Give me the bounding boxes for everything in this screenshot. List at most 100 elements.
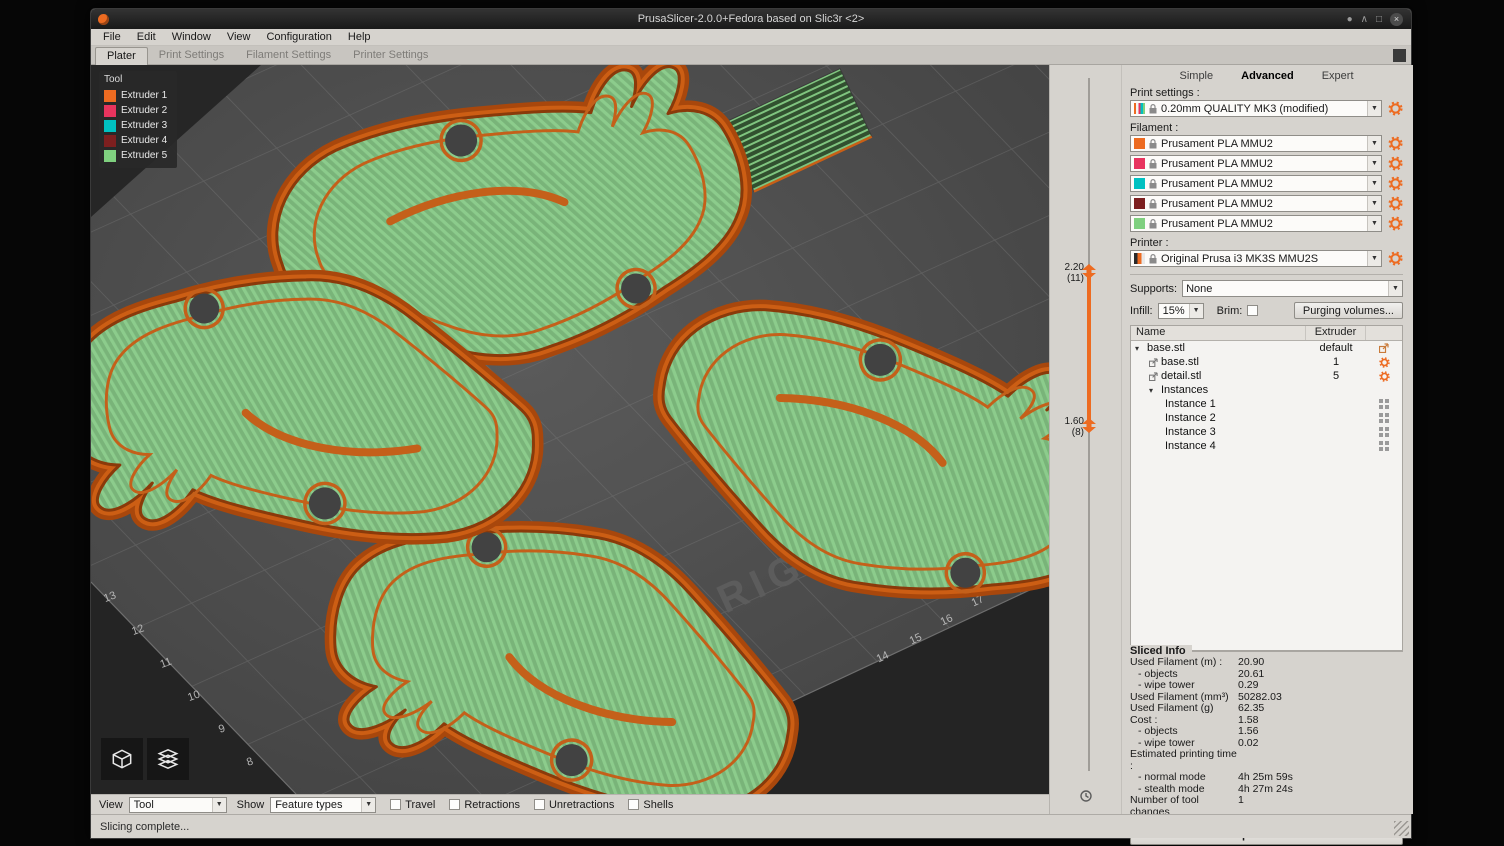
table-row-instance-3[interactable]: Instance 3 — [1131, 425, 1402, 439]
slider-reset-icon[interactable] — [1079, 789, 1093, 808]
filament-5-gear-icon[interactable] — [1387, 216, 1403, 232]
legend-item: Extruder 5 — [104, 148, 172, 163]
caret-down-icon[interactable]: ▾ — [1149, 386, 1158, 395]
instance-grid-icon — [1366, 413, 1402, 423]
lock-icon — [1149, 139, 1157, 149]
status-text: Slicing complete... — [100, 821, 189, 833]
desktop-background: PrusaSlicer-2.0.0+Fedora based on Slic3r… — [0, 0, 1504, 846]
tab-filament-settings[interactable]: Filament Settings — [235, 47, 342, 64]
print-settings-select[interactable]: 0.20mm QUALITY MK3 (modified) ▼ — [1130, 100, 1382, 117]
filament-1-gear-icon[interactable] — [1387, 136, 1403, 152]
shade-icon[interactable]: ∧ — [1361, 14, 1368, 25]
filament-4-swatch — [1134, 198, 1145, 209]
preview-toolbar: View Tool ▼ Show Feature types ▼ Travel — [91, 794, 1049, 814]
infill-label: Infill: — [1130, 305, 1153, 317]
tab-plater[interactable]: Plater — [95, 47, 148, 65]
table-row-instance-2[interactable]: Instance 2 — [1131, 411, 1402, 425]
chevron-down-icon: ▼ — [1367, 101, 1381, 116]
retractions-checkbox[interactable] — [449, 799, 460, 810]
travel-checkbox-group: Travel — [390, 799, 435, 811]
legend-item: Extruder 1 — [104, 88, 172, 103]
printer-select[interactable]: Original Prusa i3 MK3S MMU2S ▼ — [1130, 250, 1382, 267]
filament-2-select[interactable]: Prusament PLA MMU2 ▼ — [1130, 155, 1382, 172]
filament-1-select[interactable]: Prusament PLA MMU2 ▼ — [1130, 135, 1382, 152]
mode-simple[interactable]: Simple — [1180, 70, 1214, 82]
menu-configuration[interactable]: Configuration — [258, 31, 339, 43]
tab-bar: Plater Print Settings Filament Settings … — [91, 46, 1411, 65]
print-settings-gear-icon[interactable] — [1387, 101, 1403, 117]
chevron-down-icon: ▼ — [212, 798, 226, 812]
table-row-base-stl[interactable]: ▾ base.stl default — [1131, 341, 1402, 355]
maximize-icon[interactable]: □ — [1376, 14, 1382, 25]
close-icon[interactable]: × — [1390, 13, 1403, 26]
layers-view-button[interactable] — [147, 738, 189, 780]
menu-view[interactable]: View — [219, 31, 259, 43]
lock-icon — [1149, 159, 1157, 169]
unretractions-checkbox-group: Unretractions — [534, 799, 614, 811]
tool-legend: Tool Extruder 1 Extruder 2 Extruder 3 — [99, 71, 177, 168]
filament-4-select[interactable]: Prusament PLA MMU2 ▼ — [1130, 195, 1382, 212]
window-title: PrusaSlicer-2.0.0+Fedora based on Slic3r… — [91, 13, 1411, 25]
mode-expert[interactable]: Expert — [1322, 70, 1354, 82]
table-row-instances[interactable]: ▾ Instances — [1131, 383, 1402, 397]
legend-item: Extruder 4 — [104, 133, 172, 148]
show-label: Show — [237, 799, 265, 811]
3d-viewport[interactable]: ORIGINAL PRUSA 13 12 11 10 9 8 14 15 16 — [91, 65, 1049, 794]
filament-3-gear-icon[interactable] — [1387, 176, 1403, 192]
3d-view-button[interactable] — [101, 738, 143, 780]
tabbar-corner-icon — [1393, 49, 1406, 62]
upper-slider-handle[interactable] — [1081, 264, 1097, 284]
chevron-down-icon: ▼ — [1367, 176, 1381, 191]
arrow-box-icon[interactable] — [1366, 343, 1402, 353]
lower-slider-handle[interactable] — [1081, 418, 1097, 438]
table-row-instance-1[interactable]: Instance 1 — [1131, 397, 1402, 411]
stick-icon[interactable]: ● — [1347, 14, 1353, 25]
title-bar[interactable]: PrusaSlicer-2.0.0+Fedora based on Slic3r… — [91, 9, 1411, 29]
layer-slider-selected-range[interactable] — [1087, 272, 1091, 426]
filament-2-gear-icon[interactable] — [1387, 156, 1403, 172]
filament-3-select[interactable]: Prusament PLA MMU2 ▼ — [1130, 175, 1382, 192]
caret-down-icon[interactable]: ▾ — [1135, 344, 1144, 353]
instance-grid-icon — [1366, 441, 1402, 451]
table-row-detail-stl[interactable]: detail.stl 5 — [1131, 369, 1402, 383]
divider — [1130, 274, 1403, 275]
layer-slider-strip: 2.20 (11) 1.60 (8) — [1049, 65, 1121, 814]
bed-scene: ORIGINAL PRUSA 13 12 11 10 9 8 14 15 16 — [91, 65, 1049, 794]
supports-label: Supports: — [1130, 283, 1177, 295]
mode-advanced[interactable]: Advanced — [1241, 70, 1294, 82]
resize-grip[interactable] — [1394, 821, 1409, 836]
menu-window[interactable]: Window — [164, 31, 219, 43]
infill-select[interactable]: 15% ▼ — [1158, 303, 1204, 319]
view-select[interactable]: Tool ▼ — [129, 797, 227, 813]
app-window: PrusaSlicer-2.0.0+Fedora based on Slic3r… — [90, 8, 1412, 839]
status-bar: Slicing complete... — [91, 814, 1411, 838]
printer-gear-icon[interactable] — [1387, 251, 1403, 267]
supports-select[interactable]: None ▼ — [1182, 280, 1403, 297]
brim-checkbox[interactable] — [1247, 305, 1258, 316]
lock-icon — [1149, 104, 1157, 114]
purging-volumes-button[interactable]: Purging volumes... — [1294, 302, 1403, 319]
legend-item: Extruder 2 — [104, 103, 172, 118]
table-row-base-stl-part[interactable]: base.stl 1 — [1131, 355, 1402, 369]
menu-edit[interactable]: Edit — [129, 31, 164, 43]
extruder-5-swatch — [104, 150, 116, 162]
unretractions-checkbox[interactable] — [534, 799, 545, 810]
shells-checkbox[interactable] — [628, 799, 639, 810]
tab-printer-settings[interactable]: Printer Settings — [342, 47, 439, 64]
mode-tabs: Simple Advanced Expert — [1130, 68, 1403, 85]
print-settings-label: Print settings : — [1130, 87, 1403, 99]
travel-checkbox[interactable] — [390, 799, 401, 810]
menu-help[interactable]: Help — [340, 31, 379, 43]
gear-icon[interactable] — [1366, 357, 1402, 368]
tab-print-settings[interactable]: Print Settings — [148, 47, 235, 64]
table-row-instance-4[interactable]: Instance 4 — [1131, 439, 1402, 453]
gear-icon[interactable] — [1366, 371, 1402, 382]
instance-grid-icon — [1366, 399, 1402, 409]
view-label: View — [99, 799, 123, 811]
lock-icon — [1149, 219, 1157, 229]
filament-4-gear-icon[interactable] — [1387, 196, 1403, 212]
show-select[interactable]: Feature types ▼ — [270, 797, 376, 813]
menu-file[interactable]: File — [95, 31, 129, 43]
object-icon — [1149, 372, 1158, 381]
filament-5-select[interactable]: Prusament PLA MMU2 ▼ — [1130, 215, 1382, 232]
